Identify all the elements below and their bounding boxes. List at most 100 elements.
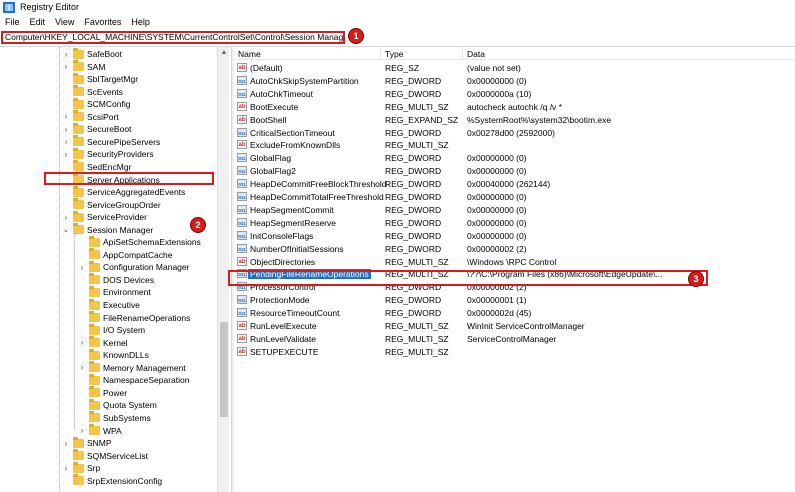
tree-item[interactable]: NamespaceSeparation [78, 373, 189, 386]
value-row[interactable]: 011 GlobalFlag2 REG_DWORD 0x00000000 (0) [234, 164, 795, 177]
menu-favorites[interactable]: Favorites [79, 16, 126, 29]
value-row[interactable]: 011 CriticalSectionTimeout REG_DWORD 0x0027… [234, 126, 795, 139]
menu-file[interactable]: File [0, 16, 25, 29]
value-type: REG_DWORD [385, 88, 442, 99]
value-row[interactable]: 011 HeapDeCommitTotalFreeThreshold REG_DWO… [234, 190, 795, 203]
expand-chevron-icon[interactable]: › [78, 426, 86, 435]
tree-item[interactable]: SQMServiceList [62, 449, 148, 462]
expand-chevron-icon[interactable]: › [62, 464, 70, 473]
selected-key-highlight [44, 172, 214, 185]
tree-item[interactable]: Quota System [78, 398, 157, 411]
value-data: 0x00000000 (0) [467, 230, 527, 241]
tree-item[interactable]: FileRenameOperations [78, 311, 190, 324]
tree-item-label: SbITargetMgr [87, 74, 139, 85]
folder-icon [73, 198, 84, 210]
key-tree[interactable]: › SafeBoot › SAM SbITargetMgr ScEvents SCMConf… [0, 47, 231, 492]
folder-icon [89, 260, 100, 272]
value-row[interactable]: 011 InitConsoleFlags REG_DWORD 0x00000000 (… [234, 229, 795, 242]
address-bar[interactable]: Computer\HKEY_LOCAL_MACHINE\SYSTEM\Curre… [1, 31, 345, 44]
tree-item[interactable]: SubSystems [78, 411, 151, 424]
folder-icon [73, 135, 84, 147]
tree-item[interactable]: SrpExtensionConfig [62, 474, 162, 487]
value-row[interactable]: ab BootShell REG_EXPAND_SZ %SystemRoot%\sys… [234, 113, 795, 126]
value-row[interactable]: 011 HeapSegmentCommit REG_DWORD 0x00000000 … [234, 203, 795, 216]
collapse-chevron-icon[interactable]: ⌄ [62, 225, 70, 234]
menu-view[interactable]: View [50, 16, 79, 29]
value-name: InitConsoleFlags [250, 230, 314, 241]
menu-edit[interactable]: Edit [25, 16, 51, 29]
tree-item[interactable]: SCMConfig [62, 97, 130, 110]
expand-chevron-icon[interactable]: › [78, 338, 86, 347]
value-row[interactable]: ab (Default) REG_SZ (value not set) [234, 61, 795, 74]
folder-icon [89, 323, 100, 335]
value-row[interactable]: 011 HeapSegmentReserve REG_DWORD 0x00000000… [234, 216, 795, 229]
value-row[interactable]: ab SETUPEXECUTE REG_MULTI_SZ [234, 345, 795, 358]
tree-item[interactable]: › Configuration Manager [78, 260, 189, 273]
tree-item[interactable]: Environment [78, 285, 151, 298]
tree-item[interactable]: › Memory Management [78, 361, 186, 374]
tree-item[interactable]: › ScsiPort [62, 110, 119, 123]
value-row[interactable]: 011 AutoChkTimeout REG_DWORD 0x0000000a (10… [234, 87, 795, 100]
value-row[interactable]: ab ExcludeFromKnownDlls REG_MULTI_SZ [234, 138, 795, 151]
tree-item[interactable]: ServiceGroupOrder [62, 198, 161, 211]
expand-chevron-icon[interactable]: › [62, 150, 70, 159]
tree-item[interactable]: I/O System [78, 323, 145, 336]
value-row[interactable]: 011 AutoChkSkipSystemPartition REG_DWORD 0x… [234, 74, 795, 87]
tree-item[interactable]: Power [78, 386, 127, 399]
tree-item[interactable]: › WPA [78, 424, 122, 437]
value-row[interactable]: 011 ResourceTimeoutCount REG_DWORD 0x000000… [234, 306, 795, 319]
tree-guide-line [74, 233, 75, 429]
value-name: ExcludeFromKnownDlls [250, 140, 341, 151]
tree-item[interactable]: ScEvents [62, 85, 123, 98]
tree-item[interactable]: ServiceAggregatedEvents [62, 185, 185, 198]
tree-item[interactable]: › SecurityProviders [62, 147, 154, 160]
tree-item[interactable]: › Kernel [78, 336, 128, 349]
column-data-header[interactable]: Data [467, 49, 485, 59]
expand-chevron-icon[interactable]: › [62, 112, 70, 121]
column-separator[interactable] [380, 47, 381, 60]
tree-item[interactable]: KnownDLLs [78, 348, 149, 361]
string-value-icon: ab [237, 333, 247, 343]
value-row[interactable]: ab ObjectDirectories REG_MULTI_SZ \Windows … [234, 255, 795, 268]
expand-chevron-icon[interactable]: › [62, 137, 70, 146]
tree-item[interactable]: › SAM [62, 60, 105, 73]
expand-chevron-icon[interactable]: › [78, 363, 86, 372]
column-type-header[interactable]: Type [385, 49, 403, 59]
tree-item[interactable]: › ServiceProvider [62, 210, 147, 223]
column-name-header[interactable]: Name [238, 49, 261, 59]
tree-item[interactable]: › Srp [62, 461, 100, 474]
tree-item[interactable]: ⌄ Session Manager [62, 223, 153, 236]
tree-item[interactable]: AppCompatCache [78, 248, 172, 261]
tree-item[interactable]: › SecurePipeServers [62, 135, 161, 148]
value-row[interactable]: ab RunLevelExecute REG_MULTI_SZ WinInit Ser… [234, 319, 795, 332]
tree-item[interactable]: › SafeBoot [62, 47, 122, 60]
tree-item-label: SecurePipeServers [87, 136, 161, 147]
tree-item[interactable]: Executive [78, 298, 140, 311]
scroll-thumb[interactable] [220, 322, 228, 417]
value-data: 0x00278d00 (2592000) [467, 127, 555, 138]
expand-chevron-icon[interactable]: › [62, 439, 70, 448]
tree-item[interactable]: ApiSetSchemaExtensions [78, 235, 201, 248]
tree-item[interactable]: › SecureBoot [62, 122, 131, 135]
expand-chevron-icon[interactable]: › [62, 62, 70, 71]
tree-item[interactable]: DOS Devices [78, 273, 154, 286]
value-data: 0x0000000a (10) [467, 88, 532, 99]
expand-chevron-icon[interactable]: › [62, 50, 70, 59]
scroll-up-icon[interactable]: ▲ [218, 47, 230, 59]
string-value-icon: ab [237, 346, 247, 356]
expand-chevron-icon[interactable]: › [62, 213, 70, 222]
expand-chevron-icon[interactable]: › [62, 125, 70, 134]
value-row[interactable]: 011 NumberOfInitialSessions REG_DWORD 0x000… [234, 242, 795, 255]
tree-item[interactable]: SbITargetMgr [62, 72, 139, 85]
tree-item[interactable]: › SNMP [62, 436, 112, 449]
expand-chevron-icon[interactable]: › [78, 263, 86, 272]
value-data: WinInit ServiceControlManager [467, 321, 585, 331]
menu-help[interactable]: Help [126, 16, 155, 29]
tree-item-label: SubSystems [103, 412, 151, 423]
value-row[interactable]: 011 HeapDeCommitFreeBlockThreshold REG_DWO… [234, 177, 795, 190]
value-row[interactable]: ab BootExecute REG_MULTI_SZ autocheck autoc… [234, 100, 795, 113]
column-separator[interactable] [462, 47, 463, 60]
value-row[interactable]: 011 GlobalFlag REG_DWORD 0x00000000 (0) [234, 151, 795, 164]
value-row[interactable]: ab RunLevelValidate REG_MULTI_SZ ServiceCon… [234, 332, 795, 345]
value-row[interactable]: 011 ProtectionMode REG_DWORD 0x00000001 (1) [234, 293, 795, 306]
